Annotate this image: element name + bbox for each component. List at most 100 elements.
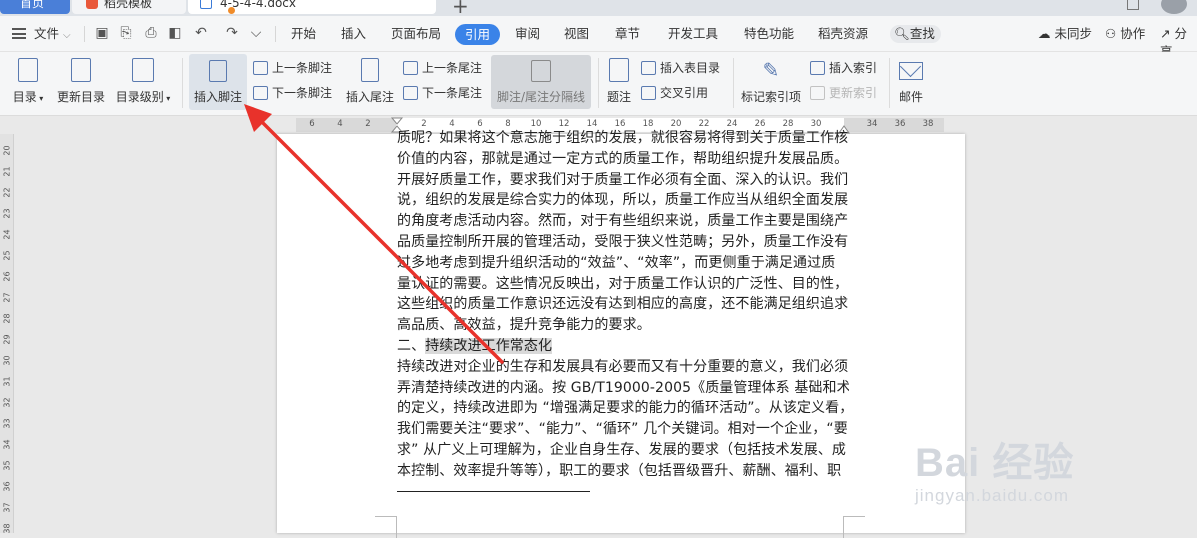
menu-icon[interactable]: [12, 28, 26, 39]
sync-status[interactable]: ☁ 未同步: [1038, 25, 1092, 43]
ruler-tick: 25: [2, 250, 12, 261]
paragraph-line: 说，组织的发展是综合实力的体现，所以，质量工作应当从组织全面发展: [397, 192, 849, 209]
share-icon: ↗: [1160, 26, 1175, 41]
tab-references[interactable]: 引用: [455, 24, 501, 45]
add-tab-button[interactable]: +: [452, 0, 469, 16]
update-toc-button[interactable]: 更新目录: [54, 58, 108, 105]
tab-page-layout[interactable]: 页面布局: [391, 25, 441, 43]
window-icon[interactable]: [1127, 0, 1139, 10]
file-menu[interactable]: 文件 ⌵: [34, 25, 71, 45]
ruler-tick: 31: [2, 376, 12, 387]
next-endnote-icon: [403, 86, 418, 100]
caption-icon: [609, 58, 629, 82]
cross-reference-button[interactable]: 交叉引用: [641, 85, 708, 101]
insert-table-of-figures-button[interactable]: 插入表目录: [641, 60, 720, 76]
tab-developer[interactable]: 开发工具: [668, 25, 718, 43]
paragraph-line: 本控制、效率提升等等），职工的要求（包括晋级晋升、薪酬、福利、职: [397, 462, 842, 479]
ruler-tick: 4: [337, 119, 343, 129]
redo-icon[interactable]: ↷: [224, 25, 240, 41]
cross-reference-icon: [641, 86, 656, 100]
tab-review[interactable]: 审阅: [515, 25, 540, 43]
divider: [598, 58, 599, 108]
insert-index-icon: [810, 61, 825, 75]
vertical-ruler[interactable]: 20 21 22 23 24 25 26 27 28 29 30 31 32 3…: [0, 134, 14, 534]
separator-icon: [531, 60, 551, 82]
toc-level-button[interactable]: 目录级别 ▾: [114, 58, 172, 105]
document-icon: [200, 0, 212, 9]
undo-icon[interactable]: ↶: [193, 25, 209, 41]
tab-controls: [220, 0, 426, 16]
file-menu-label: 文件: [34, 26, 60, 41]
prev-footnote-label: 上一条脚注: [272, 61, 333, 75]
prev-endnote-button[interactable]: 上一条尾注: [403, 60, 482, 76]
insert-index-button[interactable]: 插入索引: [810, 60, 877, 76]
mark-index-label: 标记索引项: [740, 90, 801, 104]
mail-label: 邮件: [898, 90, 923, 104]
update-index-icon: [810, 86, 825, 100]
tab-start[interactable]: 开始: [291, 25, 316, 43]
paragraph-line: 价值的内容，那就是通过一定方式的质量工作，帮助组织提升发展品质。: [397, 150, 849, 167]
tab-insert[interactable]: 插入: [341, 25, 366, 43]
avatar[interactable]: [1161, 0, 1187, 14]
save-icon[interactable]: ▣: [94, 25, 110, 41]
next-footnote-button[interactable]: 下一条脚注: [253, 85, 332, 101]
mark-index-entry-button[interactable]: ✎ 标记索引项: [740, 58, 802, 105]
tab-document[interactable]: 4-5-4-4.docx: [188, 0, 436, 14]
search-box[interactable]: 🔍︎查找: [890, 25, 941, 43]
divider: [889, 58, 890, 108]
tab-docer-resources[interactable]: 稻壳资源: [818, 25, 868, 43]
document-page[interactable]: 质呢？如果将这个意志施于组织的发展，就很容易将得到关于质量工作核心 价值的内容，…: [277, 130, 965, 538]
mail-button[interactable]: 邮件: [896, 62, 926, 105]
caption-button[interactable]: 题注: [604, 58, 634, 105]
ribbon-references: 目录 ▾ 更新目录 目录级别 ▾ 插入脚注 上一条脚注 下一条脚注 插入尾注 上…: [0, 52, 1197, 116]
tab-docer-templates[interactable]: 稻壳模板: [72, 0, 186, 14]
document-body[interactable]: 质呢？如果将这个意志施于组织的发展，就很容易将得到关于质量工作核心 价值的内容，…: [397, 128, 849, 482]
ruler-tick: 27: [2, 292, 12, 303]
divider: [84, 26, 85, 42]
insert-footnote-button[interactable]: 插入脚注: [189, 54, 247, 110]
paragraph-line: 求” 从广义上可理解为，企业自身生存、发展的要求（包括技术发展、成: [397, 441, 847, 458]
tab-home[interactable]: 首页: [0, 0, 70, 14]
ruler-tick: 23: [2, 208, 12, 219]
baidu-watermark: Bai 经验 jingyan.baidu.com: [915, 430, 1074, 506]
footnote-separator-button[interactable]: 脚注/尾注分隔线: [491, 55, 591, 109]
insert-endnote-label: 插入尾注: [345, 90, 394, 104]
ruler-tick: 35: [2, 460, 12, 471]
prev-endnote-icon: [403, 61, 418, 75]
format-painter-icon[interactable]: ◧: [167, 25, 183, 41]
prev-footnote-button[interactable]: 上一条脚注: [253, 60, 332, 76]
ruler-tick: 2: [365, 119, 371, 129]
toc-button[interactable]: 目录 ▾: [8, 58, 48, 105]
menu-bar: 文件 ⌵ ▣ ⎘ ⎙ ◧ ↶ ↷ ⌵ 开始 插入 页面布局 引用 审阅 视图 章…: [0, 16, 1197, 59]
ruler-tick: 34: [2, 439, 12, 450]
tab-special[interactable]: 特色功能: [744, 25, 794, 43]
ruler-tick: 20: [2, 145, 12, 156]
next-footnote-label: 下一条脚注: [272, 86, 333, 100]
watermark-brand: Bai 经验: [915, 441, 1075, 485]
mark-index-icon: ✎: [762, 58, 780, 82]
update-index-button[interactable]: 更新索引: [810, 85, 877, 101]
selected-heading-text[interactable]: 持续改进工作常态化: [425, 337, 553, 354]
next-endnote-button[interactable]: 下一条尾注: [403, 85, 482, 101]
divider: [182, 58, 183, 108]
collaborate-button[interactable]: ⚇ 协作: [1105, 25, 1145, 43]
export-icon[interactable]: ⎘: [118, 25, 134, 41]
cloud-icon: ☁: [1038, 26, 1055, 41]
ruler-tick: 37: [2, 502, 12, 513]
next-endnote-label: 下一条尾注: [422, 86, 483, 100]
footnote-icon: [209, 60, 227, 82]
toc-level-icon: [132, 58, 154, 82]
insert-endnote-button[interactable]: 插入尾注: [344, 58, 396, 105]
ruler-tick: 21: [2, 166, 12, 177]
update-toc-icon: [71, 58, 91, 82]
print-icon[interactable]: ⎙: [143, 25, 159, 41]
tab-section[interactable]: 章节: [615, 25, 640, 43]
tab-view[interactable]: 视图: [564, 25, 589, 43]
paragraph-line: 弄清楚持续改进的内涵。按 GB/T19000-2005《质量管理体系 基础和术语…: [397, 379, 849, 396]
paragraph-line: 量认证的需要。这些情况反映出，对于质量工作认识的广泛性、目的性，: [397, 275, 849, 292]
collaborate-label: 协作: [1120, 26, 1146, 41]
tab-docer-label: 稻壳模板: [104, 0, 153, 10]
chevron-down-icon[interactable]: ⌵: [248, 25, 264, 41]
ruler-tick: 36: [2, 481, 12, 492]
watermark-url: jingyan.baidu.com: [915, 486, 1070, 505]
